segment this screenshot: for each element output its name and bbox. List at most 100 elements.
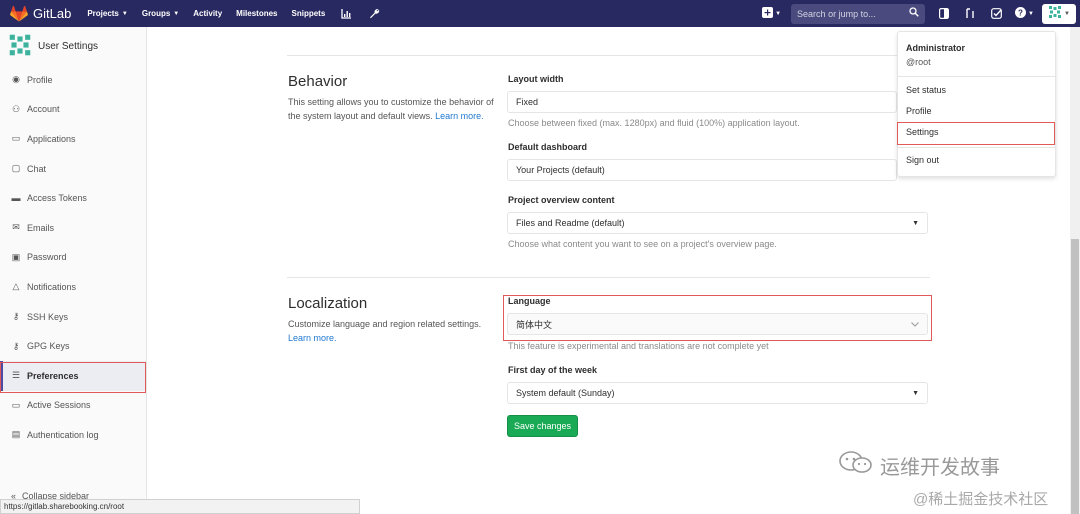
nav-snippets-label: Snippets — [291, 9, 326, 18]
nav-groups[interactable]: Groups ▼ — [142, 9, 179, 18]
sidebar-item-gpg-keys[interactable]: ⚷ GPG Keys — [0, 331, 146, 361]
default-dashboard-value: Your Projects (default) — [516, 165, 605, 175]
wechat-icon — [838, 450, 874, 480]
sidebar-toggle-icon[interactable] — [937, 7, 951, 21]
sidebar-item-preferences[interactable]: ☰ Preferences — [0, 360, 146, 391]
top-navbar: GitLab Projects ▼ Groups ▼ Activity Milest… — [0, 0, 1080, 27]
merge-request-icon[interactable] — [963, 7, 977, 21]
sidebar-item-chat[interactable]: ▢ Chat — [0, 154, 146, 184]
behavior-description: This setting allows you to customize the… — [288, 96, 498, 123]
sidebar-item-notifications[interactable]: △ Notifications — [0, 272, 146, 302]
language-value: 简体中文 — [516, 319, 553, 330]
sidebar-header[interactable]: User Settings — [0, 27, 146, 65]
language-label: Language — [508, 296, 551, 306]
sidebar-item-profile[interactable]: ◉ Profile — [0, 65, 146, 95]
sidebar-item-label: Access Tokens — [27, 193, 87, 204]
behavior-learn-more-link[interactable]: Learn more. — [435, 111, 484, 121]
page-scrollbar[interactable] — [1070, 27, 1080, 514]
first-day-select[interactable]: System default (Sunday) ▼ — [507, 382, 928, 404]
token-icon: ▬ — [11, 193, 21, 204]
layout-width-select[interactable]: Fixed — [507, 91, 897, 113]
search-placeholder: Search or jump to... — [797, 8, 876, 19]
sidebar-item-label: Account — [27, 104, 60, 115]
chevron-down-icon: ▼ — [1028, 10, 1034, 17]
localization-description: Customize language and region related se… — [288, 318, 498, 345]
nav-projects[interactable]: Projects ▼ — [87, 9, 128, 18]
dropdown-set-status[interactable]: Set status — [906, 85, 946, 95]
sidebar-item-emails[interactable]: ✉ Emails — [0, 213, 146, 243]
chat-icon: ▢ — [11, 163, 21, 174]
profile-icon: ◉ — [12, 74, 20, 85]
layout-width-value: Fixed — [516, 97, 539, 107]
admin-wrench-icon[interactable] — [367, 7, 381, 21]
caret-down-icon: ▼ — [912, 389, 919, 397]
section-divider — [287, 277, 930, 278]
log-icon: ▤ — [11, 429, 21, 440]
dropdown-user-name: Administrator — [906, 43, 966, 53]
svg-text:?: ? — [1018, 8, 1023, 17]
sidebar-item-label: Profile — [27, 74, 53, 85]
sidebar-item-applications[interactable]: ▭ Applications — [0, 124, 146, 154]
sidebar-item-label: Active Sessions — [27, 400, 91, 411]
default-dashboard-label: Default dashboard — [508, 142, 588, 152]
nav-projects-label: Projects — [87, 9, 119, 18]
dropdown-divider — [898, 147, 1055, 148]
new-item-button[interactable]: ▼ — [762, 6, 782, 21]
dropdown-profile[interactable]: Profile — [906, 106, 932, 116]
sidebar-item-ssh-keys[interactable]: ⚷ SSH Keys — [0, 302, 146, 332]
email-icon: ✉ — [12, 222, 20, 233]
todo-check-icon[interactable] — [989, 7, 1003, 21]
save-changes-button[interactable]: Save changes — [507, 415, 578, 437]
sidebar-item-password[interactable]: ▣ Password — [0, 243, 146, 273]
help-button[interactable]: ? ▼ — [1015, 6, 1034, 21]
avatar — [8, 33, 32, 60]
nav-activity[interactable]: Activity — [193, 9, 222, 18]
gitlab-tanuki-icon — [10, 5, 28, 21]
nav-milestones[interactable]: Milestones — [236, 9, 277, 18]
sidebar-item-label: GPG Keys — [27, 341, 70, 352]
sidebar-item-label: Notifications — [27, 281, 77, 292]
nav-groups-label: Groups — [141, 9, 171, 18]
wechat-watermark: 运维开发故事 — [838, 450, 1000, 480]
section-divider — [287, 55, 930, 56]
gitlab-logo[interactable]: GitLab — [10, 5, 72, 22]
dropdown-sign-out[interactable]: Sign out — [906, 155, 939, 165]
sidebar-item-active-sessions[interactable]: ▭ Active Sessions — [0, 391, 146, 421]
user-avatar-button[interactable]: ▼ — [1042, 3, 1076, 24]
user-dropdown-menu: Administrator @root Set status Profile S… — [897, 31, 1056, 177]
lock-icon: ▣ — [11, 251, 21, 262]
sidebar-item-authentication-log[interactable]: ▤ Authentication log — [0, 420, 146, 450]
brand-name: GitLab — [33, 6, 72, 21]
default-dashboard-select[interactable]: Your Projects (default) — [507, 159, 897, 181]
sidebar-item-label: Password — [27, 252, 67, 263]
dropdown-settings[interactable]: Settings — [906, 127, 939, 137]
localization-title: Localization — [288, 295, 368, 312]
nav-milestones-label: Milestones — [236, 9, 278, 18]
localization-learn-more-link[interactable]: Learn more. — [288, 333, 337, 343]
search-input[interactable]: Search or jump to... — [791, 3, 926, 24]
sidebar-item-label: Preferences — [27, 370, 79, 381]
project-overview-label: Project overview content — [508, 195, 615, 205]
plus-square-icon — [762, 6, 774, 21]
sidebar-item-label: Emails — [27, 222, 55, 233]
analytics-icon[interactable] — [339, 7, 353, 21]
chevron-down-icon: ▼ — [173, 10, 180, 17]
chevron-down-icon: ▼ — [121, 10, 128, 17]
project-overview-value: Files and Readme (default) — [516, 218, 625, 228]
key-icon: ⚷ — [12, 340, 20, 351]
chevron-down-icon: ▼ — [1064, 10, 1070, 17]
key-icon: ⚷ — [12, 311, 20, 322]
localization-description-text: Customize language and region related se… — [288, 319, 482, 329]
project-overview-select[interactable]: Files and Readme (default) ▼ — [507, 212, 928, 234]
nav-snippets[interactable]: Snippets — [292, 9, 326, 18]
language-select[interactable]: 简体中文 — [507, 313, 928, 335]
sidebar-item-account[interactable]: ⚇ Account — [0, 95, 146, 125]
settings-sidebar: User Settings ◉ Profile ⚇ Account ▭ Applica… — [0, 27, 147, 514]
scrollbar-thumb[interactable] — [1071, 239, 1079, 514]
account-icon: ⚇ — [11, 103, 21, 114]
dropdown-divider — [898, 76, 1055, 77]
layout-width-label: Layout width — [508, 74, 564, 84]
sidebar-item-access-tokens[interactable]: ▬ Access Tokens — [0, 183, 146, 213]
first-day-label: First day of the week — [508, 365, 598, 375]
chevron-down-icon: ▼ — [775, 10, 782, 17]
